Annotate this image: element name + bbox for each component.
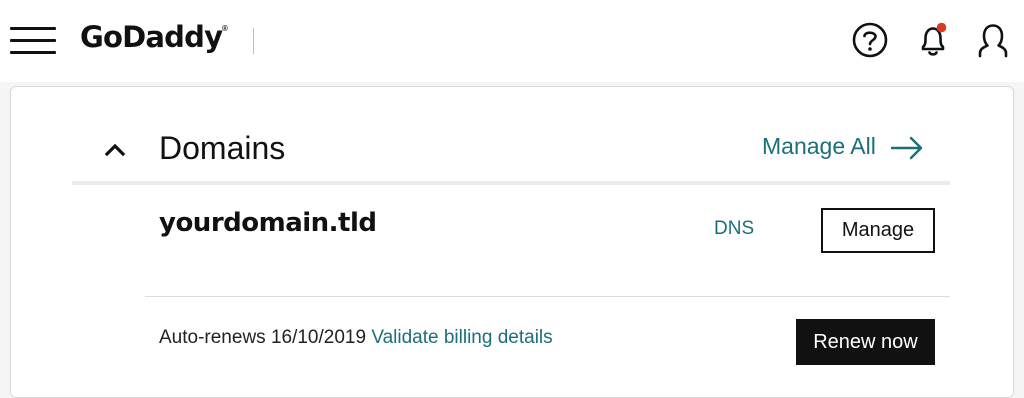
help-icon[interactable]	[850, 20, 890, 60]
validate-billing-link[interactable]: Validate billing details	[371, 327, 552, 348]
chevron-up-icon[interactable]	[103, 138, 127, 162]
registered-mark: ®	[222, 24, 228, 33]
manage-button[interactable]: Manage	[821, 208, 935, 253]
notification-dot-icon	[936, 22, 947, 33]
manage-all-link[interactable]: Manage All	[762, 133, 876, 160]
autorenew-info: Auto-renews 16/10/2019 Validate billing …	[159, 327, 553, 349]
autorenew-text: Auto-renews 16/10/2019	[159, 327, 367, 348]
user-account-icon[interactable]	[973, 20, 1013, 60]
arrow-right-icon[interactable]	[890, 134, 924, 162]
section-divider	[72, 181, 950, 185]
row-divider	[145, 296, 950, 297]
renew-now-button[interactable]: Renew now	[796, 319, 935, 365]
domain-name: yourdomain.tld	[159, 208, 377, 238]
notification-bell-icon[interactable]	[913, 20, 953, 60]
top-navigation-bar: GoDaddy ®	[0, 0, 1024, 82]
menu-icon[interactable]	[10, 25, 56, 55]
header-divider	[253, 28, 254, 54]
godaddy-logo[interactable]: GoDaddy	[80, 20, 223, 54]
dns-link[interactable]: DNS	[714, 218, 754, 240]
section-title: Domains	[159, 130, 286, 166]
